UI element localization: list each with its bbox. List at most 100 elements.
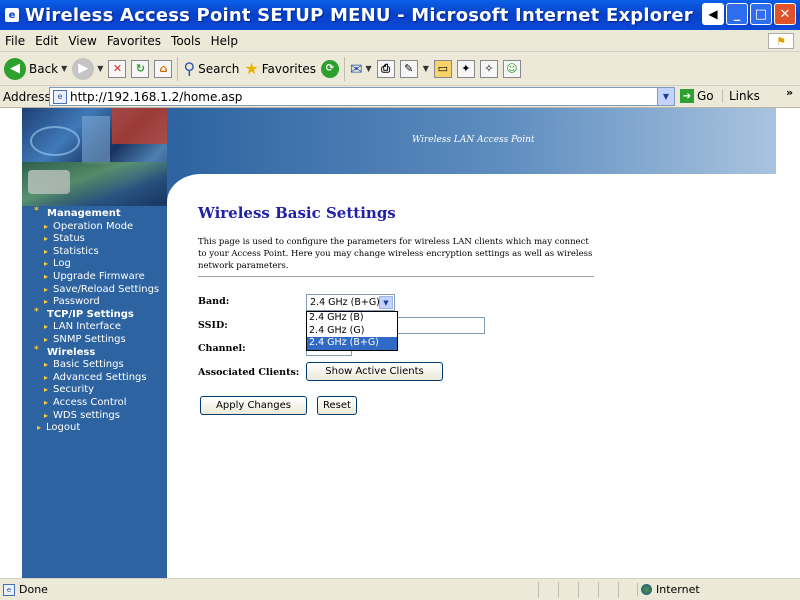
nav-group-tcpip[interactable]: * TCP/IP Settings bbox=[22, 307, 167, 322]
address-url: http://192.168.1.2/home.asp bbox=[70, 89, 243, 104]
band-option[interactable]: 2.4 GHz (B) bbox=[307, 312, 397, 325]
ssid-label: SSID: bbox=[198, 320, 228, 331]
mail-button[interactable]: ✉ ▼ bbox=[350, 60, 372, 78]
nav-item-password[interactable]: ▸ Password bbox=[22, 296, 167, 309]
toolbar-separator bbox=[177, 56, 179, 81]
back-button[interactable]: ◀ Back ▼ bbox=[4, 57, 67, 80]
links-chevron-icon[interactable]: » bbox=[786, 86, 793, 99]
address-bar: Address e http://192.168.1.2/home.asp ▼ … bbox=[0, 86, 800, 108]
page-content: * Management ▸ Operation Mode ▸ Status ▸ St… bbox=[22, 108, 776, 578]
nav-group-wireless[interactable]: * Wireless bbox=[22, 345, 167, 360]
menu-file[interactable]: File bbox=[0, 34, 30, 48]
refresh-icon[interactable]: ↻ bbox=[131, 59, 150, 78]
ssid-input[interactable] bbox=[396, 317, 485, 334]
nav-item-lan-interface[interactable]: ▸ LAN Interface bbox=[22, 321, 167, 334]
home-icon[interactable]: ⌂ bbox=[154, 59, 173, 78]
nav-item-label: Statistics bbox=[53, 245, 99, 257]
back-arrow-icon: ◀ bbox=[4, 57, 26, 80]
forward-button[interactable]: ▶ ▼ bbox=[72, 57, 103, 80]
favorites-label: Favorites bbox=[261, 61, 316, 76]
content-left-margin bbox=[0, 108, 22, 578]
menu-favorites[interactable]: Favorites bbox=[102, 34, 166, 48]
apply-changes-button[interactable]: Apply Changes bbox=[200, 396, 307, 415]
associated-clients-label: Associated Clients: bbox=[198, 367, 300, 378]
channel-label: Channel: bbox=[198, 343, 246, 354]
chevron-down-icon[interactable]: ▼ bbox=[657, 88, 674, 105]
page-icon: e bbox=[53, 89, 67, 104]
nav-item-label: SNMP Settings bbox=[53, 333, 126, 345]
arrow-icon: ▸ bbox=[44, 372, 49, 382]
divider bbox=[198, 276, 594, 278]
folder-icon[interactable]: ▭ bbox=[433, 59, 452, 78]
go-button[interactable]: ➔ Go bbox=[680, 89, 714, 103]
nav-item-label: Password bbox=[53, 296, 100, 308]
sidebar-banner-image-lower bbox=[22, 162, 167, 206]
chevron-down-icon[interactable]: ▼ bbox=[379, 296, 393, 309]
nav-item-advanced-settings[interactable]: ▸ Advanced Settings bbox=[22, 372, 167, 385]
menu-edit[interactable]: Edit bbox=[30, 34, 63, 48]
header-curve bbox=[167, 174, 776, 204]
nav-item-label: WDS settings bbox=[53, 409, 120, 421]
page-done-icon: e bbox=[3, 583, 15, 596]
research-icon[interactable]: ✦ bbox=[456, 59, 475, 78]
minimize-button[interactable]: _ bbox=[726, 3, 748, 25]
people-icon[interactable]: ☺ bbox=[502, 59, 521, 78]
reset-button[interactable]: Reset bbox=[317, 396, 357, 415]
menu-bar: File Edit View Favorites Tools Help ⚑ bbox=[0, 30, 800, 52]
arrow-icon: ▸ bbox=[44, 259, 49, 269]
status-text: Done bbox=[19, 583, 48, 596]
favorites-button[interactable]: ★ Favorites bbox=[244, 59, 316, 78]
address-label: Address bbox=[3, 89, 51, 104]
nav-item-basic-settings[interactable]: ▸ Basic Settings bbox=[22, 359, 167, 372]
arrow-icon: ▸ bbox=[44, 271, 49, 281]
nav-item-upgrade-firmware[interactable]: ▸ Upgrade Firmware bbox=[22, 271, 167, 284]
dropdown-arrow-icon[interactable]: ▼ bbox=[423, 64, 429, 73]
band-value: 2.4 GHz (B+G) bbox=[310, 297, 380, 308]
nav-item-label: Status bbox=[53, 233, 85, 245]
nav-item-wds-settings[interactable]: ▸ WDS settings bbox=[22, 410, 167, 423]
messenger-icon[interactable]: ✧ bbox=[479, 59, 498, 78]
nav-group-management[interactable]: * Management bbox=[22, 206, 167, 221]
toolbar: ◀ Back ▼ ▶ ▼ ✕ ↻ ⌂ ⚲ Search ★ Favorites … bbox=[0, 52, 800, 86]
menu-tools[interactable]: Tools bbox=[166, 34, 206, 48]
nav-item-label: Advanced Settings bbox=[53, 371, 147, 383]
dropdown-arrow-icon: ▼ bbox=[365, 64, 372, 73]
stop-icon[interactable]: ✕ bbox=[108, 59, 127, 78]
print-icon[interactable]: ⎙ bbox=[376, 59, 395, 78]
nav-item-operation-mode[interactable]: ▸ Operation Mode bbox=[22, 221, 167, 234]
nav-item-security[interactable]: ▸ Security bbox=[22, 384, 167, 397]
band-option-selected[interactable]: 2.4 GHz (B+G) bbox=[307, 337, 397, 351]
band-label: Band: bbox=[198, 296, 230, 307]
dropdown-arrow-icon[interactable]: ▼ bbox=[97, 64, 103, 73]
nav-item-access-control[interactable]: ▸ Access Control bbox=[22, 397, 167, 410]
arrow-icon: ▸ bbox=[44, 322, 49, 332]
band-select[interactable]: 2.4 GHz (B+G) ▼ bbox=[306, 294, 395, 311]
nav-item-status[interactable]: ▸ Status bbox=[22, 233, 167, 246]
status-panels bbox=[538, 582, 638, 598]
arrow-icon: ▸ bbox=[44, 334, 49, 344]
links-button[interactable]: Links bbox=[722, 89, 760, 103]
history-icon[interactable]: ⟳ bbox=[320, 59, 339, 78]
edit-icon[interactable]: ✎ bbox=[399, 59, 418, 78]
nav-item-statistics[interactable]: ▸ Statistics bbox=[22, 246, 167, 259]
arrow-icon[interactable]: ◀ bbox=[702, 3, 724, 25]
band-option[interactable]: 2.4 GHz (G) bbox=[307, 325, 397, 338]
nav-item-label: Upgrade Firmware bbox=[53, 270, 145, 282]
toolbar-separator bbox=[343, 56, 345, 81]
nav-item-save-reload[interactable]: ▸ Save/Reload Settings bbox=[22, 284, 167, 297]
window-titlebar[interactable]: e Wireless Access Point SETUP MENU - Mic… bbox=[0, 0, 800, 30]
search-button[interactable]: ⚲ Search bbox=[183, 59, 239, 78]
dropdown-arrow-icon[interactable]: ▼ bbox=[61, 64, 67, 73]
menu-view[interactable]: View bbox=[63, 34, 101, 48]
nav-item-logout[interactable]: ▸ Logout bbox=[22, 422, 167, 435]
address-input[interactable]: e http://192.168.1.2/home.asp ▼ bbox=[49, 87, 675, 106]
show-active-clients-button[interactable]: Show Active Clients bbox=[306, 362, 443, 381]
menu-help[interactable]: Help bbox=[206, 34, 243, 48]
globe-icon bbox=[641, 584, 652, 595]
content-right-margin bbox=[776, 108, 800, 578]
close-button[interactable]: ✕ bbox=[774, 3, 796, 25]
nav-item-log[interactable]: ▸ Log bbox=[22, 258, 167, 271]
nav-item-snmp-settings[interactable]: ▸ SNMP Settings bbox=[22, 334, 167, 347]
sidebar: * Management ▸ Operation Mode ▸ Status ▸ St… bbox=[22, 108, 167, 578]
maximize-button[interactable]: □ bbox=[750, 3, 772, 25]
